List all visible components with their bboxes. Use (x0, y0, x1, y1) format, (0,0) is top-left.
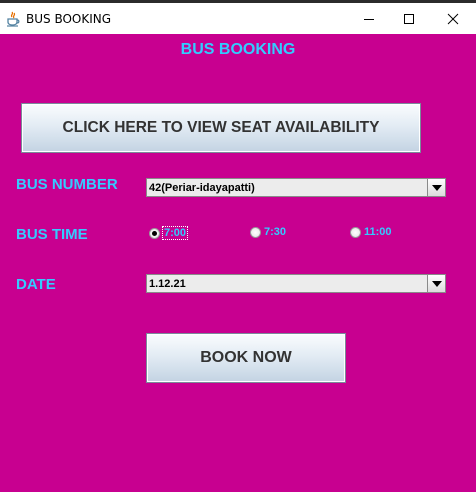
book-now-button[interactable]: BOOK NOW (146, 333, 346, 383)
chevron-down-icon[interactable] (427, 275, 445, 292)
close-button[interactable] (430, 3, 476, 34)
time-option-label: 7:00 (162, 226, 189, 240)
time-radio-7-00[interactable]: 7:00 (149, 226, 189, 240)
radio-button[interactable] (350, 226, 361, 238)
time-radio-11-00[interactable]: 11:00 (350, 226, 393, 238)
title-bar: BUS BOOKING (0, 0, 476, 34)
date-label: DATE (16, 276, 56, 293)
bus-time-label: BUS TIME (16, 226, 88, 243)
maximize-icon (404, 13, 414, 24)
chevron-down-icon[interactable] (427, 179, 445, 196)
view-seat-availability-button[interactable]: CLICK HERE TO VIEW SEAT AVAILABILITY (21, 103, 421, 153)
date-selected-value: 1.12.21 (149, 277, 186, 290)
window-title: BUS BOOKING (26, 12, 112, 26)
maximize-button[interactable] (386, 3, 432, 34)
bus-number-dropdown[interactable]: 42(Periar-idayapatti) (146, 178, 446, 197)
page-heading: BUS BOOKING (180, 41, 296, 58)
radio-button-selected[interactable] (149, 227, 160, 239)
time-option-label: 7:30 (264, 226, 287, 238)
time-radio-7-30[interactable]: 7:30 (250, 226, 287, 238)
radio-button[interactable] (250, 226, 261, 238)
bus-number-label: BUS NUMBER (16, 176, 118, 193)
java-cup-icon (6, 11, 20, 27)
close-icon (447, 13, 459, 24)
radio-dot-icon (152, 230, 157, 236)
minimize-icon (364, 18, 374, 20)
bus-booking-window: BUS BOOKING BUS BOOKING CLICK HERE TO VI… (0, 0, 476, 492)
time-option-label: 11:00 (364, 226, 392, 238)
bus-number-selected-value: 42(Periar-idayapatti) (149, 181, 255, 194)
date-dropdown[interactable]: 1.12.21 (146, 274, 446, 293)
